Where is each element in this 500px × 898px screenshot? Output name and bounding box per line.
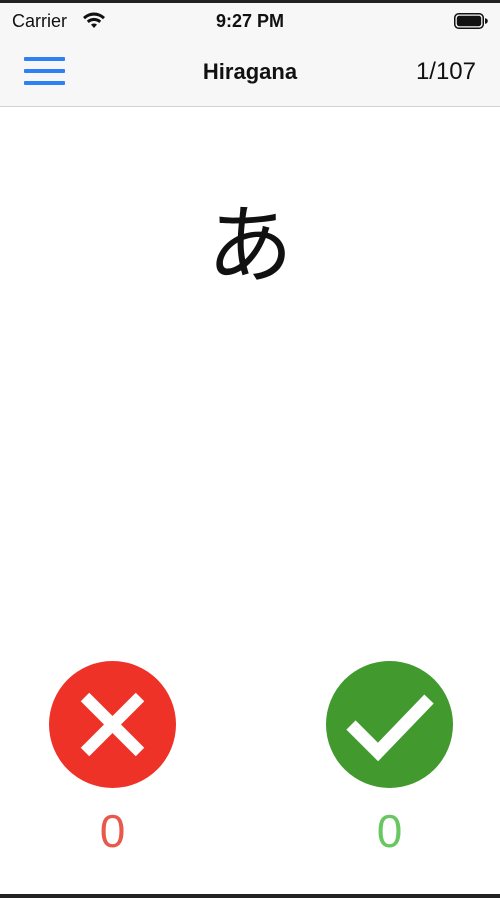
correct-answer-button[interactable]	[326, 661, 453, 788]
clock-time: 9:27 PM	[215, 11, 285, 31]
app-screen: Carrier 9:27 PM Hiragana 1/107 あ 0 0	[0, 0, 500, 898]
flashcard-character: あ	[207, 196, 293, 296]
wrong-answer-button[interactable]	[49, 661, 176, 788]
card-progress: 1/107	[415, 58, 476, 85]
status-bar: Carrier 9:27 PM	[0, 3, 500, 39]
checkmark-icon	[346, 694, 434, 762]
wrong-answer-count: 0	[99, 805, 126, 857]
close-icon	[80, 692, 145, 757]
correct-answer-count: 0	[376, 805, 403, 857]
battery-icon	[454, 13, 488, 29]
navigation-bar: Hiragana 1/107	[0, 39, 500, 107]
